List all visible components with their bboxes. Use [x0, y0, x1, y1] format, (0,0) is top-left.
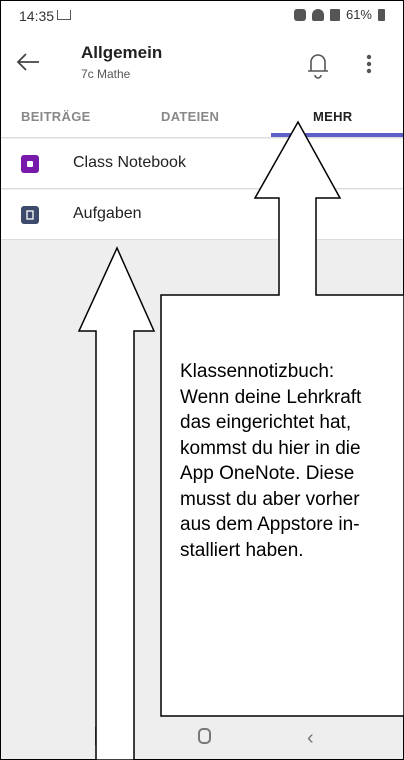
pointer-arrow-shape [77, 246, 156, 760]
annotation-text: Klassennotizbuch: Wenn deine Lehrkraft d… [180, 361, 362, 561]
